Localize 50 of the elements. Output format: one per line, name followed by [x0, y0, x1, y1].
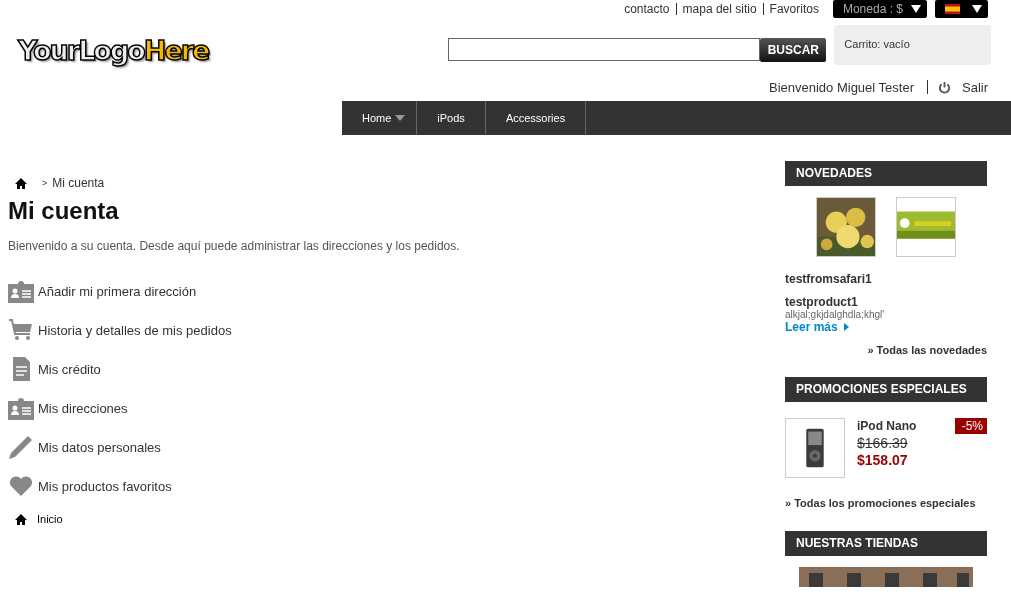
cart-status: Carrito: vacío — [844, 37, 910, 50]
account-link[interactable]: Añadir mi primera dirección — [8, 279, 768, 303]
all-new-products-link[interactable]: » Todas las novedades — [867, 344, 987, 356]
account-link[interactable]: Mis direcciones — [8, 396, 768, 420]
old-price: $166.39 — [857, 435, 909, 451]
block-header: PROMOCIONES ESPECIALES — [785, 377, 987, 402]
currency-dropdown[interactable]: Moneda : $ — [832, 0, 927, 18]
cart-panel[interactable]: Carrito: vacío — [834, 25, 992, 65]
breadcrumb-current: Mi cuenta — [52, 176, 105, 190]
account-link[interactable]: Mis productos favoritos — [8, 474, 768, 498]
product-description: alkjal;gkjdalghdla;khgl' — [785, 309, 885, 320]
account-link[interactable]: Mis datos personales — [8, 435, 768, 459]
welcome-text: Bienvenido Miguel Tester — [768, 79, 914, 95]
top-link[interactable]: mapa del sitio — [676, 2, 763, 16]
product-name[interactable]: testfromsafari1 — [785, 272, 872, 286]
read-more-link[interactable]: Leer más — [785, 320, 849, 334]
home-icon[interactable] — [15, 513, 27, 525]
page-title: Mi cuenta — [8, 197, 120, 225]
breadcrumb-separator: > — [42, 178, 48, 188]
account-link[interactable]: Historia y detalles de mis pedidos — [8, 318, 768, 342]
caret-icon — [911, 5, 921, 13]
home-link[interactable]: Inicio — [37, 513, 63, 525]
power-icon[interactable] — [938, 80, 951, 94]
nav-item[interactable]: Accessories — [485, 101, 587, 135]
flag-icon — [945, 4, 960, 14]
product-name[interactable]: testproduct1 — [785, 295, 858, 309]
discount-badge: -5% — [954, 418, 987, 434]
cart-icon — [8, 318, 34, 342]
product-name[interactable]: iPod Nano — [857, 419, 917, 433]
nav-item[interactable]: Home — [342, 101, 418, 135]
intro-text: Bienvenido a su cuenta. Desde aquí puede administrar las direcciones y los pedidos. — [8, 239, 461, 253]
search-button[interactable]: BUSCAR — [760, 38, 827, 62]
block-header: NUESTRAS TIENDAS — [785, 531, 987, 556]
language-dropdown[interactable] — [935, 0, 988, 18]
id-card-icon — [8, 396, 34, 420]
top-link[interactable]: Favoritos — [763, 2, 825, 16]
nav-item[interactable]: iPods — [417, 101, 486, 135]
arrow-icon — [843, 323, 849, 331]
price: $158.07 — [857, 452, 909, 468]
id-card-icon — [8, 279, 34, 303]
account-link[interactable]: Mis crédito — [8, 357, 768, 381]
search-field[interactable] — [448, 38, 761, 61]
logout-link[interactable]: Salir — [962, 79, 988, 95]
all-specials-link[interactable]: » Todas los promociones especiales — [785, 497, 987, 509]
home-icon[interactable] — [15, 177, 27, 189]
top-link[interactable]: contacto — [618, 2, 676, 16]
heart-icon — [8, 474, 34, 498]
block-header: NOVEDADES — [785, 161, 987, 186]
pencil-icon — [8, 435, 34, 459]
caret-icon — [972, 5, 982, 13]
